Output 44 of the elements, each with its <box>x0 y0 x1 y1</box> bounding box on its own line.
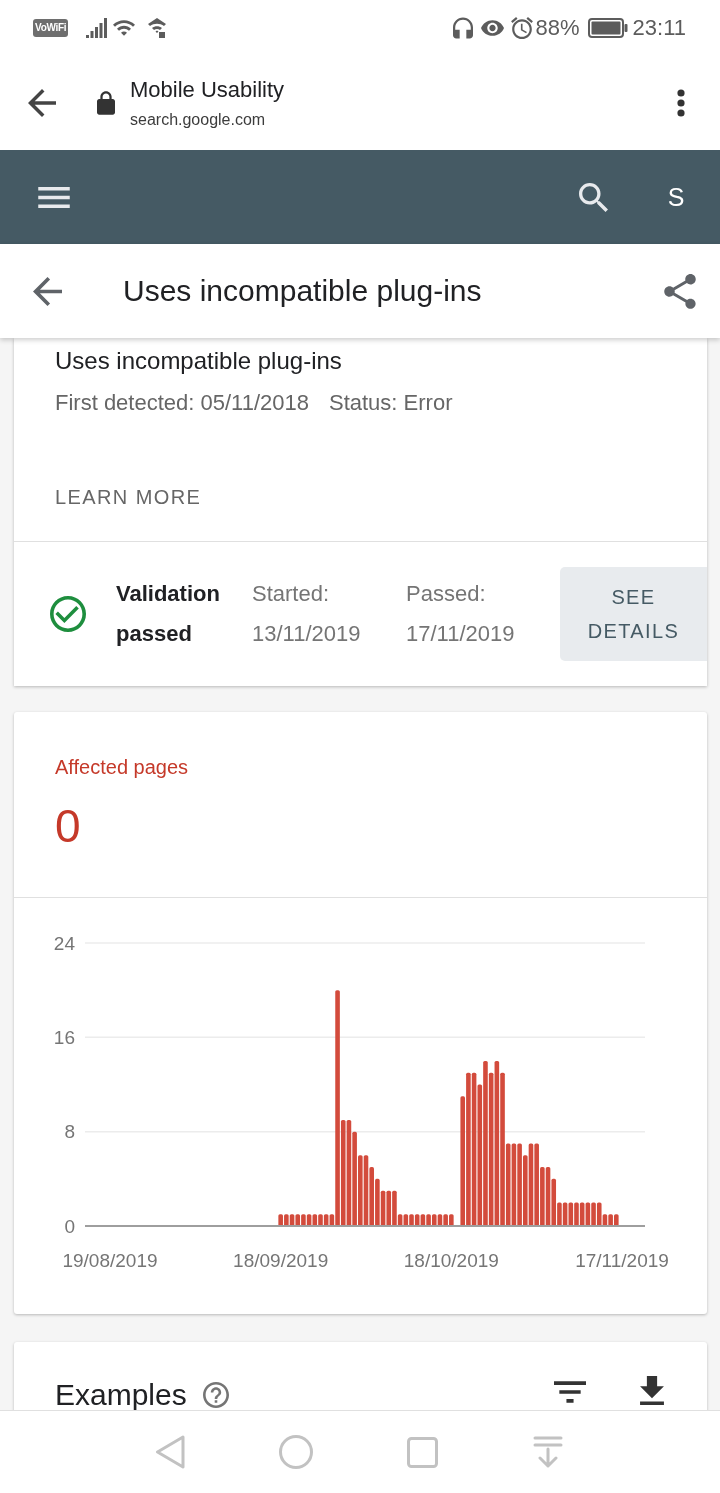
back-icon[interactable] <box>28 88 56 117</box>
wifi-icon <box>113 19 136 36</box>
filter-icon[interactable] <box>554 1381 586 1403</box>
account-button[interactable]: S <box>658 179 694 215</box>
download-icon[interactable] <box>640 1376 664 1405</box>
issue-title: Uses incompatible plug-ins <box>55 346 342 376</box>
passed-date: 17/11/2019 <box>406 620 516 648</box>
see-details-button[interactable]: SEE DETAILS <box>560 567 707 661</box>
eye-icon <box>480 19 504 36</box>
small-wifi-icon <box>148 17 167 38</box>
back-icon[interactable] <box>33 276 62 306</box>
battery-icon <box>587 17 628 38</box>
search-icon[interactable] <box>579 182 608 212</box>
started-label: Started: <box>252 580 331 608</box>
headphones-icon <box>452 16 473 39</box>
y-axis-label: 16 <box>53 1026 75 1048</box>
x-axis-label: 19/08/2019 <box>62 1249 158 1271</box>
more-options-icon[interactable] <box>677 88 685 117</box>
status-text: Status: Error <box>329 389 453 417</box>
lock-icon <box>97 90 115 115</box>
signal-icon <box>86 17 109 38</box>
share-icon[interactable] <box>664 273 696 309</box>
passed-label: Passed: <box>406 580 487 608</box>
x-axis-label: 18/10/2019 <box>403 1249 499 1271</box>
affected-pages-label: Affected pages <box>55 755 189 779</box>
page-heading: Uses incompatible plug-ins <box>123 273 482 309</box>
url-text: search.google.com <box>130 109 267 130</box>
learn-more-link[interactable]: LEARN MORE <box>55 485 202 509</box>
alarm-icon <box>510 16 533 39</box>
clock-time: 23:11 <box>632 14 686 41</box>
page-title: Mobile Usability <box>130 75 285 104</box>
menu-icon[interactable] <box>38 186 70 208</box>
validation-status: Validation passed <box>116 580 221 648</box>
battery-percentage: 88% <box>535 14 580 41</box>
y-axis-label: 24 <box>53 932 75 954</box>
first-detected-text: First detected: 05/11/2018 <box>55 389 309 417</box>
y-axis-label: 0 <box>64 1215 75 1237</box>
y-axis-label: 8 <box>64 1121 75 1143</box>
x-axis-label: 17/11/2019 <box>575 1249 669 1271</box>
started-date: 13/11/2019 <box>252 620 362 648</box>
x-axis-label: 18/09/2019 <box>233 1249 329 1271</box>
affected-pages-count: 0 <box>55 800 81 852</box>
help-icon[interactable] <box>202 1382 229 1408</box>
vowifi-badge: VoWiFi <box>33 18 69 37</box>
